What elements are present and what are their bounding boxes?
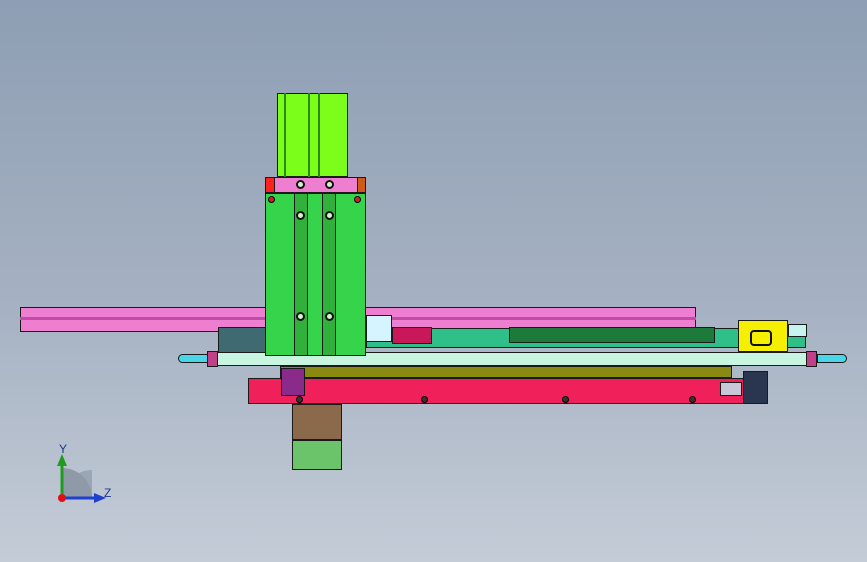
cyan-fitting-left[interactable]	[178, 354, 208, 363]
carriage-header[interactable]	[265, 177, 366, 193]
y-axis-label: Y	[59, 442, 68, 456]
brown-z-block[interactable]	[292, 404, 342, 440]
motor-stripe-3	[318, 93, 320, 177]
bolt-lower-right	[325, 312, 334, 321]
header-red-cap	[265, 177, 275, 193]
shaft-end-left[interactable]	[207, 351, 218, 367]
base-hole-2	[421, 396, 428, 403]
yellow-block-ring	[750, 330, 772, 346]
end-motor-block[interactable]	[743, 371, 768, 404]
bolt-upper-left	[296, 211, 305, 220]
shaft-end-right[interactable]	[806, 351, 817, 367]
bolt-top-right	[325, 180, 334, 189]
green-z-tool[interactable]	[292, 440, 342, 470]
cyan-fitting-right[interactable]	[817, 354, 847, 363]
header-orange-cap	[357, 177, 366, 193]
carriage-pin-right	[354, 196, 361, 203]
base-hole-4	[689, 396, 696, 403]
axis-triad-graphic	[57, 454, 106, 503]
purple-clamp[interactable]	[281, 368, 305, 396]
red-base-beam[interactable]	[248, 378, 746, 404]
servo-motor[interactable]	[277, 93, 348, 177]
carriage-pin-left	[268, 196, 275, 203]
end-coupler[interactable]	[720, 382, 742, 396]
z-axis-carriage[interactable]	[265, 193, 366, 356]
dark-green-cover[interactable]	[509, 327, 715, 343]
bolt-upper-right	[325, 211, 334, 220]
cyan-tab[interactable]	[788, 324, 807, 337]
bolt-top-left	[296, 180, 305, 189]
bolt-lower-left	[296, 312, 305, 321]
z-axis-label: Z	[104, 486, 112, 500]
light-cyan-bracket[interactable]	[366, 315, 392, 342]
cad-viewport[interactable]	[0, 0, 867, 562]
motor-stripe-2	[308, 93, 310, 177]
motor-stripe-1	[284, 93, 286, 177]
magenta-block[interactable]	[392, 327, 432, 344]
base-hole-1	[296, 396, 303, 403]
axis-triad: Y Z	[40, 440, 130, 510]
olive-screw-housing[interactable]	[280, 366, 732, 378]
base-hole-3	[562, 396, 569, 403]
